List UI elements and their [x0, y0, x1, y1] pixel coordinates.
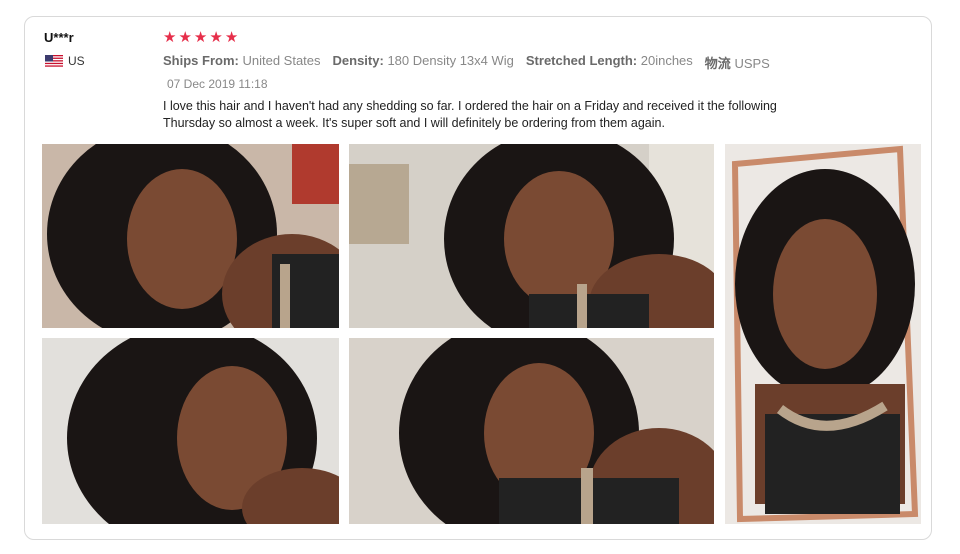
country-code: US — [68, 54, 85, 68]
star-rating: ★ ★ ★ ★ ★ — [163, 30, 238, 46]
star-icon: ★ — [178, 29, 192, 46]
ships-from: Ships From: United States — [163, 53, 321, 68]
star-icon: ★ — [193, 29, 208, 46]
review-photo-2[interactable] — [349, 144, 714, 328]
reviewer-country: US — [45, 54, 85, 68]
review-photo-3[interactable] — [42, 338, 339, 524]
review-photo-5[interactable] — [725, 144, 921, 524]
logistics: 物流 USPS — [704, 56, 770, 71]
us-flag-icon — [45, 55, 63, 67]
star-icon: ★ — [209, 29, 223, 46]
star-icon: ★ — [224, 29, 239, 46]
density: Density: 180 Density 13x4 Wig — [332, 53, 514, 68]
photo-icon — [725, 144, 921, 524]
star-icon: ★ — [163, 29, 177, 46]
photo-icon — [349, 338, 714, 524]
review-photo-4[interactable] — [349, 338, 714, 524]
stretched-length: Stretched Length: 20inches — [525, 53, 693, 68]
photo-icon — [42, 338, 339, 524]
review-date: 07 Dec 2019 11:18 — [167, 77, 268, 91]
review-text: I love this hair and I haven't had any s… — [163, 99, 777, 130]
review-photo-1[interactable] — [42, 144, 339, 328]
photo-icon — [349, 144, 714, 328]
reviewer-name: U***r — [44, 30, 74, 45]
order-attributes: Ships From: United States Density: 180 D… — [163, 53, 770, 72]
photo-icon — [42, 144, 339, 328]
